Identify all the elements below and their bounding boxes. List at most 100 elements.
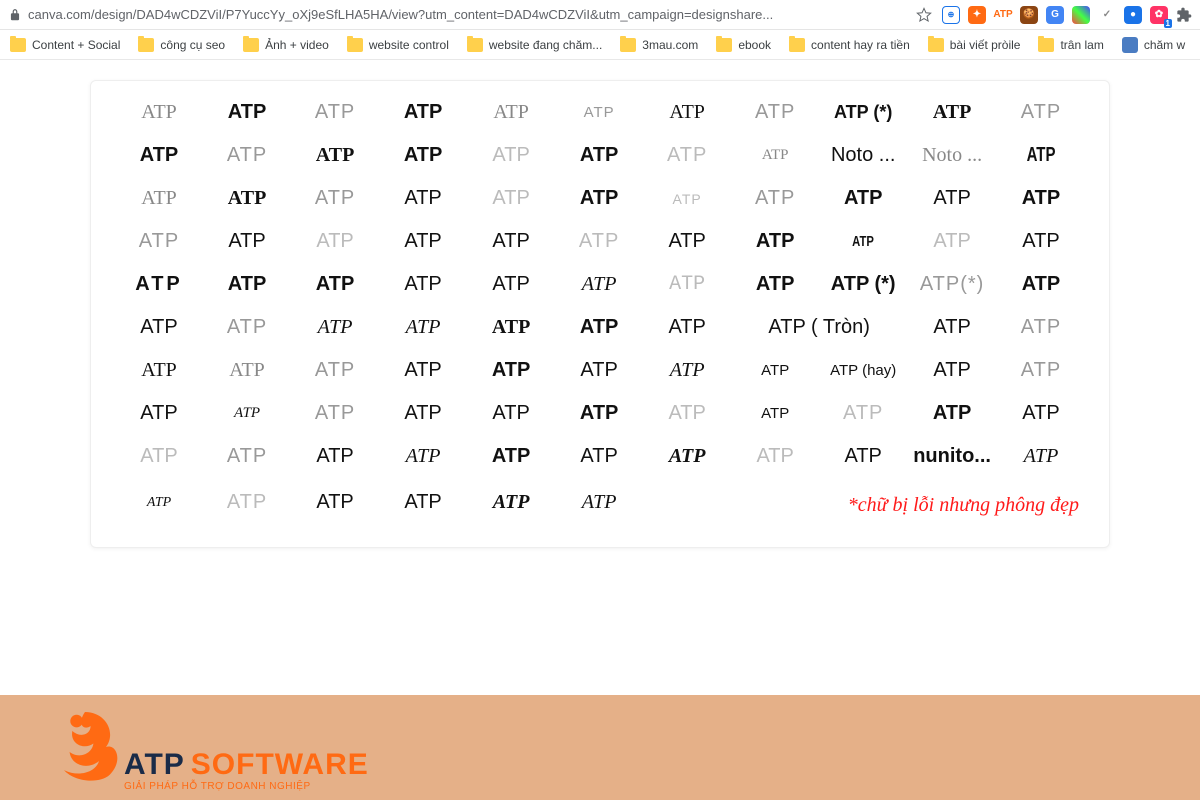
font-sample[interactable]: ATP: [561, 445, 637, 468]
font-sample[interactable]: ATP: [121, 445, 197, 468]
font-sample[interactable]: ATP: [737, 362, 813, 379]
font-sample[interactable]: ATP: [297, 491, 373, 514]
font-sample[interactable]: ATP: [297, 359, 373, 382]
ext-icon[interactable]: ⊕: [942, 6, 960, 24]
font-sample[interactable]: ATP: [209, 273, 285, 296]
font-sample[interactable]: ATP: [473, 187, 549, 210]
font-sample[interactable]: ATP: [385, 491, 461, 514]
font-sample[interactable]: ATP: [649, 273, 725, 296]
font-sample[interactable]: ATP: [473, 101, 549, 124]
font-sample[interactable]: ATP: [121, 187, 197, 210]
font-sample[interactable]: ATP: [385, 187, 461, 210]
font-sample[interactable]: ATP: [121, 495, 197, 511]
font-sample[interactable]: ATP: [649, 402, 725, 425]
font-sample[interactable]: ATP: [473, 144, 549, 167]
font-sample[interactable]: ATP(*): [913, 273, 991, 296]
font-sample[interactable]: ATP: [121, 273, 197, 296]
font-sample[interactable]: ATP: [209, 144, 285, 167]
font-sample[interactable]: nunito...: [913, 445, 991, 468]
font-sample[interactable]: ATP: [1003, 273, 1079, 296]
font-sample[interactable]: ATP: [385, 445, 461, 468]
font-sample[interactable]: ATP: [209, 101, 285, 124]
font-sample[interactable]: ATP: [209, 359, 285, 382]
font-sample[interactable]: ATP: [649, 144, 725, 167]
ext-icon[interactable]: 🍪: [1020, 6, 1038, 24]
bookmark-item[interactable]: website đang chăm...: [467, 38, 602, 52]
font-sample[interactable]: ATP ( Tròn): [737, 316, 901, 339]
font-sample[interactable]: ATP: [473, 273, 549, 296]
font-sample[interactable]: ATP: [121, 359, 197, 382]
font-sample[interactable]: ATP: [209, 491, 285, 514]
font-sample[interactable]: ATP: [1003, 402, 1079, 425]
ext-icon[interactable]: ATP: [994, 6, 1012, 24]
font-sample[interactable]: ATP: [121, 101, 197, 124]
font-sample[interactable]: ATP: [1003, 101, 1079, 124]
font-sample[interactable]: ATP: [473, 491, 549, 514]
font-sample[interactable]: ATP: [649, 316, 725, 339]
font-sample[interactable]: ATP: [209, 405, 285, 422]
bookmark-item[interactable]: 3mau.com: [620, 38, 698, 52]
font-sample[interactable]: ATP: [385, 402, 461, 425]
font-sample[interactable]: Noto ...: [825, 144, 901, 167]
font-sample[interactable]: ATP: [649, 230, 725, 253]
font-sample[interactable]: ATP: [561, 230, 637, 253]
font-sample[interactable]: ATP: [649, 359, 725, 382]
font-sample[interactable]: ATP: [121, 144, 197, 167]
font-sample[interactable]: ATP: [561, 144, 637, 167]
font-sample[interactable]: ATP: [297, 101, 373, 124]
ext-icon[interactable]: G: [1046, 6, 1064, 24]
font-sample[interactable]: ATP: [1012, 144, 1069, 167]
font-sample[interactable]: ATP (*): [825, 102, 901, 123]
font-sample[interactable]: ATP: [913, 316, 991, 339]
font-sample[interactable]: ATP: [561, 187, 637, 210]
font-sample[interactable]: ATP: [913, 230, 991, 253]
font-sample[interactable]: ATP: [1003, 316, 1079, 339]
ext-icon[interactable]: ✿1: [1150, 6, 1168, 24]
font-sample[interactable]: ATP: [209, 230, 285, 253]
ext-icon[interactable]: ●: [1124, 6, 1142, 24]
font-sample[interactable]: ATP: [737, 405, 813, 422]
font-sample[interactable]: ATP: [297, 402, 373, 425]
url-text[interactable]: canva.com/design/DAD4wCDZViI/P7YuccYy_oX…: [28, 7, 773, 22]
bookmark-item[interactable]: content hay ra tiền: [789, 38, 910, 52]
bookmark-item[interactable]: công cụ seo: [138, 38, 225, 52]
font-sample[interactable]: ATP: [297, 144, 373, 167]
font-sample[interactable]: ATP: [649, 101, 725, 124]
font-sample[interactable]: ATP: [913, 359, 991, 382]
font-sample[interactable]: ATP: [835, 233, 892, 250]
font-sample[interactable]: ATP: [121, 316, 197, 339]
font-sample[interactable]: ATP: [737, 230, 813, 253]
font-sample[interactable]: ATP: [561, 316, 637, 339]
font-sample[interactable]: ATP: [737, 273, 813, 296]
font-sample[interactable]: ATP: [1003, 187, 1079, 210]
font-sample[interactable]: ATP: [913, 187, 991, 210]
font-sample[interactable]: ATP: [561, 402, 637, 425]
font-sample[interactable]: ATP: [913, 402, 991, 425]
bookmark-item[interactable]: ebook: [716, 38, 771, 52]
bookmark-item[interactable]: Content + Social: [10, 38, 120, 52]
font-sample[interactable]: ATP: [561, 491, 637, 514]
bookmark-item[interactable]: trân lam: [1038, 38, 1103, 52]
bookmark-item[interactable]: website control: [347, 38, 449, 52]
font-sample[interactable]: ATP: [385, 144, 461, 167]
font-sample[interactable]: ATP: [385, 101, 461, 124]
font-sample[interactable]: ATP: [121, 230, 197, 253]
design-canvas[interactable]: ATP ATP ATP ATP ATP ATP ATP ATP ATP (*) …: [90, 80, 1110, 548]
font-sample[interactable]: ATP: [737, 187, 813, 210]
font-sample[interactable]: ATP: [561, 104, 637, 121]
font-sample[interactable]: ATP: [297, 316, 373, 339]
extensions-puzzle-icon[interactable]: [1176, 7, 1192, 23]
font-sample[interactable]: ATP: [297, 230, 373, 253]
ext-icon[interactable]: ✓: [1098, 6, 1116, 24]
font-sample[interactable]: ATP: [649, 191, 725, 207]
font-sample[interactable]: ATP: [209, 187, 285, 210]
font-sample[interactable]: ATP: [121, 402, 197, 425]
font-sample[interactable]: ATP: [209, 316, 285, 339]
font-sample[interactable]: ATP: [473, 359, 549, 382]
font-sample[interactable]: ATP: [473, 230, 549, 253]
font-sample[interactable]: ATP (*): [825, 273, 901, 296]
ext-icon[interactable]: [1072, 6, 1090, 24]
font-sample[interactable]: ATP: [737, 445, 813, 468]
font-sample[interactable]: ATP: [297, 187, 373, 210]
bookmark-item[interactable]: chăm w: [1122, 37, 1185, 53]
